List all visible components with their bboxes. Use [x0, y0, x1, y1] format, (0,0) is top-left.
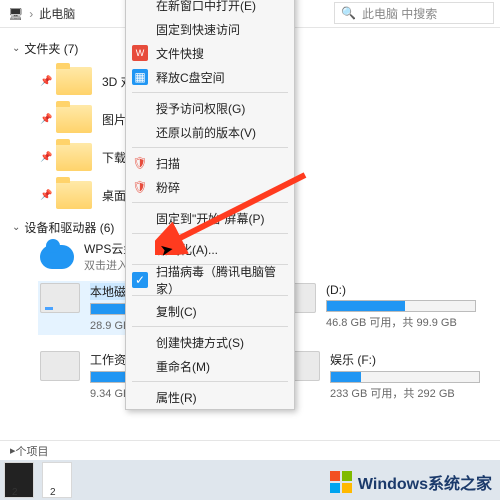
context-menu-item[interactable]: 还原以前的版本(V) — [126, 120, 294, 144]
breadcrumb-location[interactable]: 此电脑 — [39, 5, 75, 22]
drive-f[interactable]: 娱乐 (F:) 233 GB 可用，共 292 GB — [280, 351, 480, 401]
breadcrumb-sep: › — [29, 7, 33, 21]
windows-logo-icon — [330, 471, 352, 493]
pin-icon: 📌 — [40, 152, 50, 163]
menu-item-label: 在新窗口中打开(E) — [156, 0, 256, 14]
context-menu-item[interactable]: 创建快捷方式(S) — [126, 330, 294, 354]
taskbar: 2 2 Windows系统之家 — [0, 460, 500, 500]
taskbar-badge: 2 — [12, 487, 18, 498]
drive-free: 46.8 GB 可用，共 99.9 GB — [326, 314, 476, 330]
context-menu-item[interactable]: 在新窗口中打开(E) — [126, 0, 294, 17]
context-menu-item[interactable]: ✓扫描病毒（腾讯电脑管家） — [126, 268, 294, 292]
menu-item-label: 固定到"开始"屏幕(P) — [156, 210, 265, 227]
drive-name: (D:) — [326, 283, 476, 297]
section-folders-title: 文件夹 (7) — [24, 40, 78, 57]
drive-name: 娱乐 (F:) — [330, 351, 480, 368]
drive-bar — [330, 371, 480, 383]
folder-icon — [56, 143, 92, 171]
menu-item-label: 重命名(M) — [156, 358, 210, 375]
menu-item-label: 固定到快速访问 — [156, 21, 240, 38]
pin-icon: 📌 — [40, 114, 50, 125]
context-menu-item[interactable]: 🛡 扫描 — [126, 151, 294, 175]
menu-item-label: 还原以前的版本(V) — [156, 124, 256, 141]
drive-bar — [326, 300, 476, 312]
pin-icon: 📌 — [40, 190, 50, 201]
menu-item-icon: 🛡 — [132, 155, 148, 171]
folder-label: 桌面 — [102, 187, 126, 204]
folder-icon — [56, 181, 92, 209]
context-menu-item[interactable]: 固定到"开始"屏幕(P) — [126, 206, 294, 230]
menu-item-label: 创建快捷方式(S) — [156, 334, 244, 351]
search-input[interactable]: 🔍 此电脑 中搜索 — [334, 2, 494, 24]
chevron-down-icon: ⌄ — [12, 43, 20, 54]
brand-text: Windows系统之家 — [358, 470, 492, 494]
menu-item-icon: W — [132, 45, 148, 61]
context-menu-item[interactable]: 🛡 粉碎 — [126, 175, 294, 199]
folder-icon — [56, 105, 92, 133]
pc-icon: 🖥 — [8, 7, 23, 21]
section-drives-title: 设备和驱动器 (6) — [24, 219, 114, 236]
status-bar: ▸ 个项目 — [0, 440, 500, 460]
menu-item-label: 授予访问权限(G) — [156, 100, 245, 117]
menu-item-label: 属性(R) — [156, 389, 197, 406]
drive-d[interactable]: (D:) 46.8 GB 可用，共 99.9 GB — [276, 283, 476, 333]
menu-item-icon: 🛡 — [132, 179, 148, 195]
menu-item-icon: ✓ — [132, 272, 148, 288]
menu-item-label: 粉碎 — [156, 179, 180, 196]
drive-free: 233 GB 可用，共 292 GB — [330, 385, 480, 401]
context-menu-item[interactable]: 固定到快速访问 — [126, 17, 294, 41]
drive-icon — [40, 283, 80, 313]
menu-item-icon: ▦ — [132, 69, 148, 85]
watermark-brand: Windows系统之家 — [330, 470, 492, 494]
cloud-icon — [40, 245, 74, 269]
taskbar-tile[interactable] — [4, 462, 34, 498]
folder-icon — [56, 67, 92, 95]
context-menu-item[interactable]: 授予访问权限(G) — [126, 96, 294, 120]
context-menu-item[interactable]: ▦ 释放C盘空间 — [126, 65, 294, 89]
search-placeholder: 此电脑 中搜索 — [362, 5, 437, 22]
drive-icon — [40, 351, 80, 381]
status-text: 个项目 — [16, 443, 49, 459]
context-menu-item[interactable]: 属性(R) — [126, 385, 294, 409]
pin-icon: 📌 — [40, 76, 50, 87]
menu-item-label: 释放C盘空间 — [156, 69, 225, 86]
context-menu-item[interactable]: 格式化(A)... — [126, 237, 294, 261]
menu-item-label: 扫描 — [156, 155, 180, 172]
folder-label: 下载 — [102, 149, 126, 166]
context-menu: 在新窗口中打开(E) 固定到快速访问 W 文件快搜 ▦ 释放C盘空间授予访问权限(G) 还原… — [125, 0, 295, 410]
search-icon: 🔍 — [341, 6, 356, 20]
context-menu-item[interactable]: 重命名(M) — [126, 354, 294, 378]
context-menu-item[interactable]: 复制(C) — [126, 299, 294, 323]
menu-item-label: 复制(C) — [156, 303, 197, 320]
folder-label: 图片 — [102, 111, 126, 128]
chevron-down-icon: ⌄ — [12, 222, 20, 233]
menu-item-label: 文件快搜 — [156, 45, 204, 62]
taskbar-badge: 2 — [50, 487, 56, 498]
menu-item-label: 扫描病毒（腾讯电脑管家） — [156, 263, 284, 297]
taskbar-tile[interactable] — [42, 462, 72, 498]
context-menu-item[interactable]: W 文件快搜 — [126, 41, 294, 65]
